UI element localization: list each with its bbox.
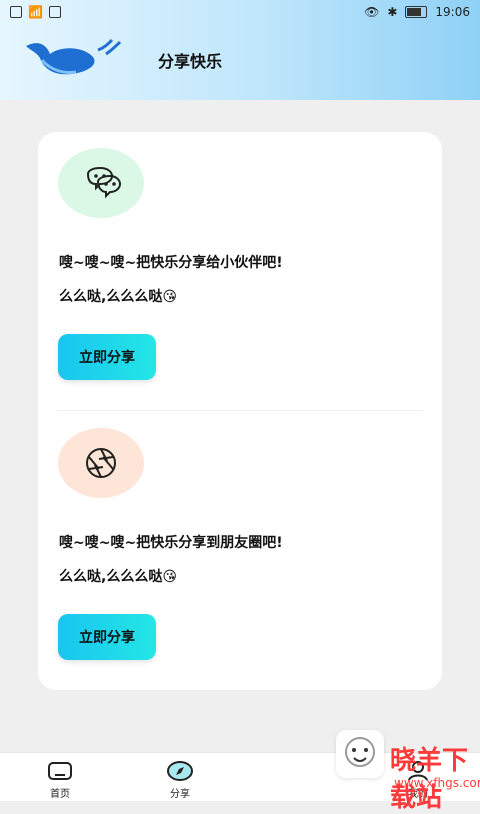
eye-icon: 👁: [364, 5, 380, 19]
status-bar: 📶 👁 ✱ 19:06: [0, 0, 480, 24]
share-friends-button[interactable]: 立即分享: [58, 334, 156, 380]
app-header: 📶 👁 ✱ 19:06 分享快乐: [0, 0, 480, 100]
share-card: 嗖~嗖~嗖~把快乐分享给小伙伴吧! 么么哒,么么么哒😘 立即分享 嗖~嗖~嗖~把…: [38, 132, 442, 690]
bluetooth-icon: ✱: [387, 5, 398, 19]
tab-home-label: 首页: [50, 789, 70, 800]
moments-icon-circle: [58, 428, 144, 498]
share-friends-text: 嗖~嗖~嗖~把快乐分享给小伙伴吧!: [59, 255, 283, 271]
notification-icon: [10, 6, 22, 18]
wechat-icon: [86, 166, 122, 199]
battery-icon: [405, 6, 428, 18]
watermark: 晓羊下载站 www.xfhgs.com: [270, 730, 480, 813]
card-divider: [58, 410, 422, 411]
tab-home[interactable]: 首页: [30, 759, 90, 800]
status-right: 👁 ✱ 19:06: [364, 5, 470, 19]
compass-icon: [166, 759, 194, 783]
kiss-emoji-icon: 😘: [162, 569, 177, 585]
sim-icon: [48, 6, 61, 18]
home-icon: [46, 759, 74, 783]
share-moments-subtext: 么么哒,么么么哒😘: [59, 566, 177, 586]
moments-aperture-icon: [86, 448, 116, 478]
share-moments-subtext-label: 么么哒,么么么哒: [59, 569, 163, 585]
share-moments-text: 嗖~嗖~嗖~把快乐分享到朋友圈吧!: [59, 535, 283, 551]
sheep-icon: [345, 737, 375, 767]
kiss-emoji-icon: 😘: [162, 289, 177, 305]
watermark-logo: [336, 730, 384, 778]
tab-share[interactable]: 分享: [150, 759, 210, 800]
wechat-icon-circle: [58, 148, 144, 218]
status-time: 19:06: [435, 5, 470, 19]
whale-logo-icon: [26, 38, 122, 75]
page-title: 分享快乐: [158, 52, 223, 71]
share-moments-button[interactable]: 立即分享: [58, 614, 156, 660]
status-left: 📶: [10, 5, 61, 19]
tab-share-label: 分享: [170, 789, 190, 800]
wifi-icon: 📶: [28, 5, 43, 19]
share-friends-subtext-label: 么么哒,么么么哒: [59, 289, 163, 305]
share-friends-subtext: 么么哒,么么么哒😘: [59, 286, 177, 306]
watermark-url: www.xfhgs.com: [394, 776, 480, 790]
